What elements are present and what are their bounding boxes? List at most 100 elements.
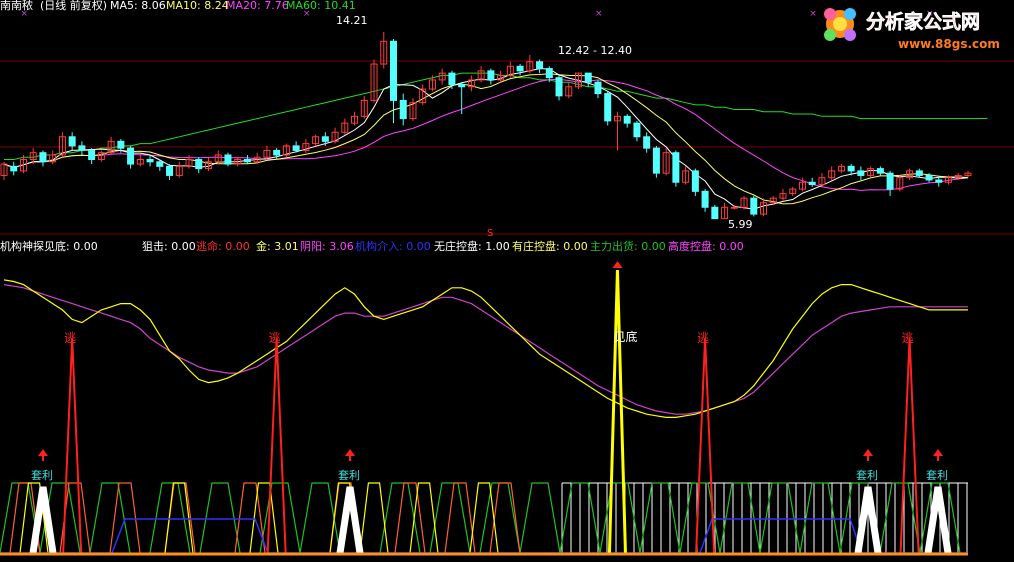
candle-body [604, 93, 612, 122]
candle-body [886, 172, 894, 190]
candle-body [545, 68, 553, 79]
green-ribbon [799, 482, 841, 554]
candle-body [458, 83, 466, 88]
candle-body [672, 152, 680, 183]
candle-body [389, 40, 397, 101]
taoli-label: 套利 [338, 469, 360, 482]
candle-body [652, 147, 660, 174]
price-low-label: 5.99 [728, 218, 753, 231]
candle-body [146, 159, 154, 163]
taoli-label: 套利 [926, 469, 948, 482]
tao-label: 逃 [269, 331, 281, 345]
legend-item: 无庄控盘: 1.00 [434, 239, 510, 253]
legend-item: 逃命: 0.00 [196, 239, 250, 253]
price-mid-label: 12.42 - 12.40 [558, 44, 632, 57]
candle-body [516, 65, 524, 72]
ma20-line [3, 78, 969, 191]
x-marker: × [595, 9, 603, 19]
red-ribbon [109, 482, 141, 554]
x-marker: × [809, 9, 817, 19]
tao-label: 逃 [902, 331, 914, 345]
brand-logo: 分析家公式网 www.88gs.com [818, 2, 1012, 56]
candle-body [808, 181, 816, 186]
candle-body [68, 136, 76, 147]
ma5-label: MA5: 8.06 [110, 0, 166, 12]
s-marker: S [487, 228, 493, 239]
indicator-legend: 机构神探 见底: 0.00 狙击: 0.00 逃命: 0.00 金: 3.01 阴阳: 3… [0, 239, 744, 253]
candle-body [127, 147, 135, 165]
legend-item: 机构神探 [0, 239, 44, 253]
indicator-panel: 逃 逃 逃 逃 见底套利 套利 套利 套利 [0, 261, 968, 556]
yellow-line [3, 279, 968, 418]
candle-body [39, 152, 47, 163]
candle-body [487, 70, 495, 81]
up-arrow-icon [345, 449, 355, 456]
jiandi-spike [607, 269, 627, 554]
candle-body [584, 72, 592, 83]
legend-item: 高度控盘: 0.00 [668, 239, 744, 253]
candle-body [691, 170, 699, 192]
jiandi-label: 见底 [613, 329, 637, 344]
tao-spike [62, 337, 83, 554]
candle-body [273, 149, 281, 156]
taoli-spike [336, 486, 364, 554]
legend-item: 金: 3.01 [256, 239, 299, 253]
candle-body [536, 61, 544, 70]
green-ribbon [759, 482, 801, 554]
green-ribbon [199, 482, 241, 554]
green-ribbon [259, 482, 301, 554]
candle-body [117, 140, 125, 149]
candle-body [292, 145, 300, 151]
purple-line [3, 284, 968, 415]
tao-spike [266, 337, 287, 554]
candle-body [701, 190, 709, 208]
up-arrow-icon [612, 261, 623, 268]
green-ribbon [89, 482, 131, 554]
stock-name: 南南秾 [0, 0, 33, 12]
candle-body [10, 165, 18, 172]
chart-canvas: × × × × × 逃逃逃逃见底套利 套利 套利 套利 南南秾 (日线 前复权) MA5: 8… [0, 0, 1014, 556]
candle-body [224, 154, 232, 165]
candle-body [321, 136, 329, 142]
logo-url: www.88gs.com [898, 37, 1000, 51]
legend-item: 有庄控盘: 0.00 [512, 239, 588, 253]
candle-body [243, 159, 251, 163]
tao-label: 逃 [697, 331, 709, 345]
candle-body [730, 206, 738, 209]
candle-body [876, 168, 884, 174]
period-info: (日线 前复权) [40, 0, 107, 12]
candle-body [594, 81, 602, 95]
candle-body [711, 206, 719, 220]
ma5-line [3, 68, 969, 210]
candle-body [643, 136, 651, 149]
ma10-label: MA10: 8.24 [166, 0, 229, 12]
candle-body [925, 174, 933, 181]
candle-body [78, 145, 86, 151]
candle-body [935, 179, 943, 183]
candle-body [750, 197, 758, 215]
green-ribbon [719, 482, 761, 554]
candle-body [166, 165, 174, 176]
candle-body [915, 170, 923, 176]
legend-item: 主力出货: 0.00 [590, 239, 666, 253]
candle-body [623, 115, 631, 124]
green-ribbon [519, 482, 561, 554]
candle-body [88, 149, 96, 161]
candle-body [195, 159, 203, 170]
yellow-ribbon [359, 482, 389, 554]
candle-body [857, 170, 865, 176]
green-ribbon [639, 482, 681, 554]
legend-item: 狙击: 0.00 [142, 240, 196, 253]
ma60-label: MA60: 10.41 [286, 0, 356, 12]
tao-spike [899, 337, 920, 554]
legend-item: 机构介入: 0.00 [355, 239, 431, 253]
red-ribbon [234, 482, 266, 554]
candle-body [633, 122, 641, 138]
candle-body [156, 161, 164, 167]
red-ribbon [489, 482, 521, 554]
up-arrow-icon [38, 449, 48, 456]
ma20-label: MA20: 7.76 [226, 0, 289, 12]
candle-body [448, 72, 456, 85]
logo-brand: 分析家公式网 [866, 10, 980, 33]
taoli-label: 套利 [31, 469, 53, 482]
